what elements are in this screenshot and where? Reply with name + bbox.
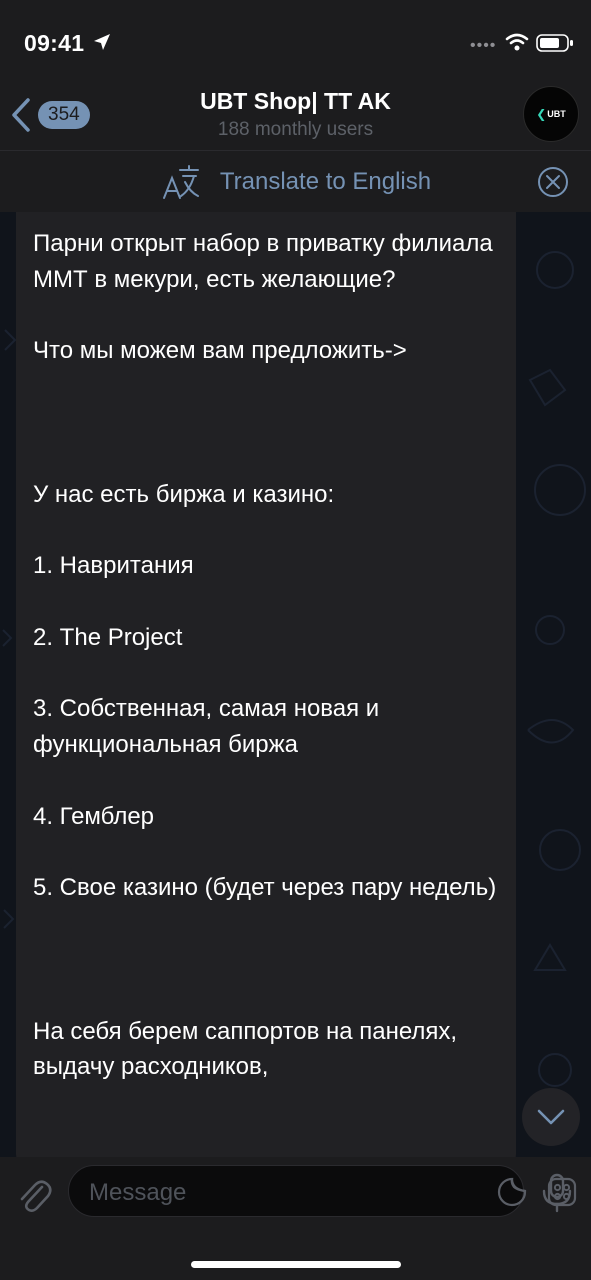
- home-indicator: [191, 1261, 401, 1268]
- location-arrow-icon: [94, 34, 110, 50]
- sticker-icon[interactable]: [497, 1177, 527, 1207]
- close-circle-icon[interactable]: [537, 166, 569, 198]
- chat-subtitle: 188 monthly users: [217, 119, 374, 140]
- translate-bar: Translate to English: [0, 150, 591, 212]
- chat-header: 354 UBT Shop| TT AK 188 monthly users ❮ …: [0, 86, 591, 150]
- logo-arrow-icon: ❮: [536, 107, 547, 121]
- message-input[interactable]: Message: [68, 1165, 577, 1217]
- translate-button[interactable]: Translate to English: [0, 151, 591, 213]
- signal-dots-icon: ••••: [470, 37, 497, 54]
- chat-title[interactable]: UBT Shop| TT AK: [0, 88, 591, 115]
- microphone-icon[interactable]: [540, 1173, 574, 1213]
- paperclip-icon[interactable]: [16, 1175, 52, 1215]
- message-input-bar: Message: [0, 1157, 591, 1280]
- message-text: Парни открыт набор в приватку филиала ММ…: [33, 230, 497, 1081]
- status-time: 09:41: [24, 30, 85, 56]
- chevron-down-icon: [537, 1109, 565, 1125]
- avatar[interactable]: ❮ UBT: [523, 86, 579, 142]
- message-bubble[interactable]: Парни открыт набор в приватку филиала ММ…: [16, 212, 516, 1172]
- battery-icon: [536, 34, 573, 52]
- scroll-down-button[interactable]: [522, 1088, 580, 1146]
- status-bar: 09:41 ••••: [0, 0, 591, 86]
- telegram-chat-screen: 09:41 •••• 354 UBT Shop| TT AK 188 month…: [0, 0, 591, 1280]
- avatar-logo-text: UBT: [547, 109, 566, 119]
- translate-icon: [162, 165, 199, 199]
- message-placeholder: Message: [89, 1179, 187, 1206]
- translate-label: Translate to English: [219, 168, 432, 195]
- wifi-icon: [505, 33, 529, 51]
